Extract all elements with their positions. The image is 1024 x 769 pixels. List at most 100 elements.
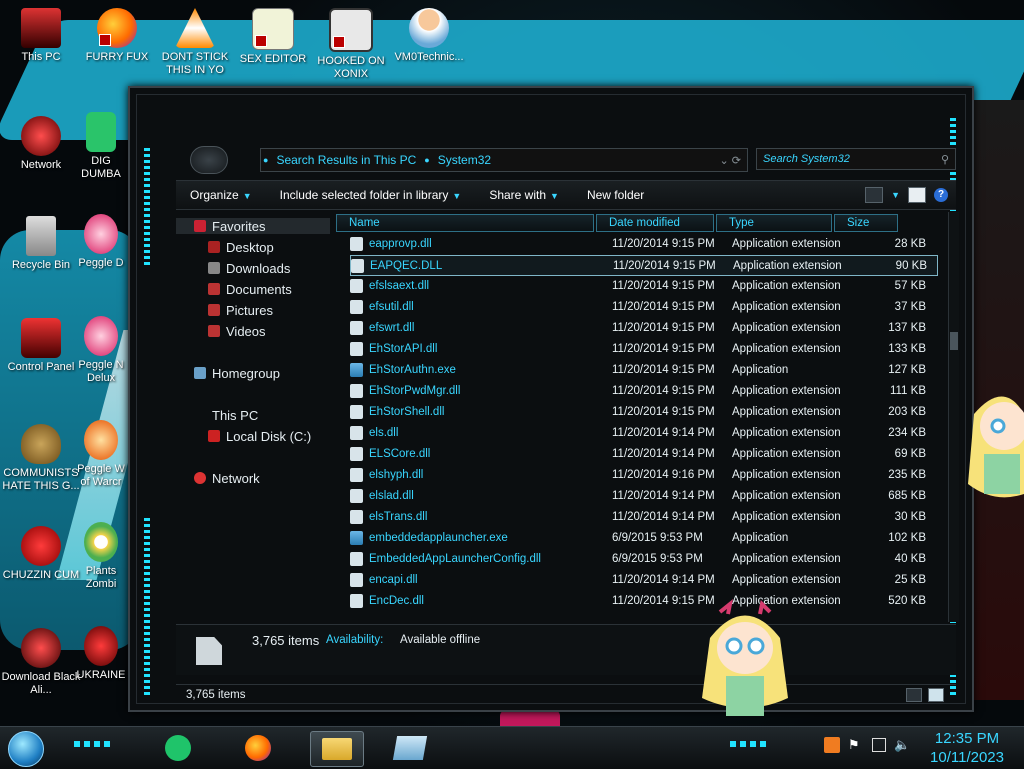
desktop-icon-peggle-d[interactable]: Peggle D (74, 214, 128, 270)
recycle-bin-icon (26, 216, 56, 256)
desktop-icon-dig-dumba[interactable]: DIG DUMBA (74, 112, 128, 181)
file-size-cell: 28 KB (894, 237, 926, 250)
table-row[interactable]: elsTrans.dll 11/20/2014 9:14 PM Applicatio… (350, 507, 936, 526)
file-size-cell: 90 KB (895, 259, 927, 272)
desktop-icon-control-panel[interactable]: Control Panel (0, 318, 82, 374)
desktop-icon-chuzzin[interactable]: CHUZZIN CUM (0, 526, 82, 582)
search-box[interactable]: Search System32 ⚲ (756, 148, 956, 170)
explorer-window[interactable]: ● Search Results in This PC ● System32 ⌄… (128, 86, 974, 712)
table-row[interactable]: EhStorShell.dll 11/20/2014 9:15 PM Applica… (350, 402, 936, 421)
desktop-icon-recycle-bin[interactable]: Recycle Bin (0, 216, 82, 272)
table-row[interactable]: EhStorAPI.dll 11/20/2014 9:15 PM Applicati… (350, 339, 936, 358)
nav-documents[interactable]: Documents (208, 279, 292, 299)
desktop-icon-communists[interactable]: COMMUNISTS HATE THIS G... (0, 424, 82, 493)
volume-icon[interactable]: 🔈 (894, 737, 910, 753)
power-tray-icon[interactable] (824, 737, 840, 753)
column-date-modified[interactable]: Date modified (596, 214, 714, 232)
chevron-down-icon[interactable]: ▼ (891, 190, 900, 200)
desktop-icon-furry-fux[interactable]: FURRY FUX (76, 8, 158, 64)
column-size[interactable]: Size (834, 214, 898, 232)
table-row[interactable]: elslad.dll 11/20/2014 9:14 PM Application … (350, 486, 936, 505)
nav-downloads[interactable]: Downloads (208, 258, 290, 278)
desktop-icon-ukraine[interactable]: UKRAINE (74, 626, 128, 682)
breadcrumb-search-results[interactable]: Search Results in This PC (270, 153, 422, 167)
peggle-icon (84, 420, 118, 460)
nav-this-pc[interactable]: This PC (194, 405, 258, 425)
desktop-icon-network[interactable]: Network (0, 116, 82, 172)
desktop-icon-peggle-nights[interactable]: Peggle N Delux (74, 316, 128, 385)
preview-pane-icon[interactable] (908, 187, 926, 203)
large-icons-view-icon[interactable] (928, 688, 944, 702)
nav-homegroup[interactable]: Homegroup (194, 363, 280, 383)
scrollbar-thumb[interactable] (950, 332, 958, 350)
nav-favorites[interactable]: Favorites (194, 216, 265, 236)
desktop-icon-sex-editor[interactable]: SEX EDITOR (232, 8, 314, 66)
table-row[interactable]: encapi.dll 11/20/2014 9:14 PM Application … (350, 570, 936, 589)
include-in-library-button[interactable]: Include selected folder in library ▼ (266, 188, 476, 202)
table-row[interactable]: els.dll 11/20/2014 9:14 PM Application ext… (350, 423, 936, 442)
table-row[interactable]: EncDec.dll 11/20/2014 9:15 PM Application … (350, 591, 936, 610)
table-row[interactable]: efslsaext.dll 11/20/2014 9:15 PM Applicati… (350, 276, 936, 295)
table-row[interactable]: EhStorAuthn.exe 11/20/2014 9:15 PM Applica… (350, 360, 936, 379)
taskbar-window-switcher[interactable] (384, 731, 436, 765)
nav-network[interactable]: Network (194, 468, 260, 488)
file-name-cell: encapi.dll (350, 572, 612, 587)
desktop-icon-hooked-on-xonix[interactable]: HOOKED ON XONIX (310, 8, 392, 81)
vertical-scrollbar[interactable] (948, 212, 959, 622)
nav-pictures[interactable]: Pictures (208, 300, 273, 320)
refresh-icon[interactable]: ⌄ ⟳ (714, 154, 748, 167)
details-pane: 3,765 items Availability: Available offl… (176, 624, 956, 675)
table-row[interactable]: EAPQEC.DLL 11/20/2014 9:15 PM Application … (350, 255, 938, 276)
nav-local-disk[interactable]: Local Disk (C:) (208, 426, 311, 446)
address-bar[interactable]: ● Search Results in This PC ● System32 ⌄… (260, 148, 748, 172)
flag-icon[interactable]: ⚑ (848, 737, 864, 753)
file-type-cell: Application extension (732, 426, 841, 439)
view-options-icon[interactable] (865, 187, 884, 203)
taskbar-clock[interactable]: 12:35 PM 10/11/2023 (930, 729, 1004, 767)
details-view-icon[interactable] (906, 688, 922, 702)
network-tray-icon[interactable] (872, 738, 886, 752)
table-row[interactable]: ELSCore.dll 11/20/2014 9:14 PM Application… (350, 444, 936, 463)
file-date-cell: 11/20/2014 9:14 PM (612, 426, 715, 439)
table-row[interactable]: elshyph.dll 11/20/2014 9:16 PM Application… (350, 465, 936, 484)
back-forward-button[interactable] (190, 146, 228, 174)
details-availability-label: Availability: (326, 634, 384, 646)
file-name-cell: efswrt.dll (350, 320, 612, 335)
nav-videos[interactable]: Videos (208, 321, 266, 341)
file-size-cell: 30 KB (894, 510, 926, 523)
desktop-icon-plants-zombies[interactable]: Plants Zombi (74, 522, 128, 591)
desktop-icon-this-pc[interactable]: This PC (0, 8, 82, 64)
taskbar-light-strip (74, 741, 110, 747)
file-name-cell: eapprovp.dll (350, 236, 612, 251)
taskbar-file-explorer[interactable] (310, 731, 364, 767)
table-row[interactable]: embeddedapplauncher.exe 6/9/2015 9:53 PM A… (350, 528, 936, 547)
desktop-icon-peggle-warcraft[interactable]: Peggle W of Warcr (74, 420, 128, 489)
taskbar-app-green[interactable] (152, 731, 204, 765)
organize-button[interactable]: Organize ▼ (176, 188, 266, 202)
taskbar-firefox[interactable] (232, 731, 284, 765)
desktop-icon-dont-stick[interactable]: DONT STICK THIS IN YO (154, 8, 236, 77)
column-type[interactable]: Type (716, 214, 832, 232)
file-size-cell: 234 KB (888, 426, 926, 439)
network-globe-icon (21, 116, 61, 156)
table-row[interactable]: EmbeddedAppLauncherConfig.dll 6/9/2015 9:… (350, 549, 936, 568)
search-icon[interactable]: ⚲ (941, 153, 949, 166)
table-row[interactable]: efswrt.dll 11/20/2014 9:15 PM Application … (350, 318, 936, 337)
table-row[interactable]: eapprovp.dll 11/20/2014 9:15 PM Applicatio… (350, 234, 936, 253)
start-button[interactable] (8, 731, 44, 767)
desktop-icon-vm0technic[interactable]: VM0Technic... (388, 8, 470, 64)
table-row[interactable]: efsutil.dll 11/20/2014 9:15 PM Application… (350, 297, 936, 316)
column-name[interactable]: Name (336, 214, 594, 232)
status-item-count: 3,765 items (186, 689, 246, 701)
search-input[interactable]: Search System32 (763, 153, 850, 165)
table-row[interactable]: EhStorPwdMgr.dll 11/20/2014 9:15 PM Applic… (350, 381, 936, 400)
new-folder-button[interactable]: New folder (573, 188, 658, 202)
desktop-icon-download-black-ali[interactable]: Download Black Ali... (0, 628, 82, 697)
share-with-button[interactable]: Share with ▼ (475, 188, 573, 202)
breadcrumb-system32[interactable]: System32 (432, 153, 497, 167)
file-type-cell: Application extension (732, 552, 841, 565)
nav-desktop[interactable]: Desktop (208, 237, 274, 257)
red-chuzzle-icon (21, 526, 61, 566)
file-size-cell: 37 KB (894, 300, 926, 313)
help-icon[interactable]: ? (934, 188, 948, 202)
